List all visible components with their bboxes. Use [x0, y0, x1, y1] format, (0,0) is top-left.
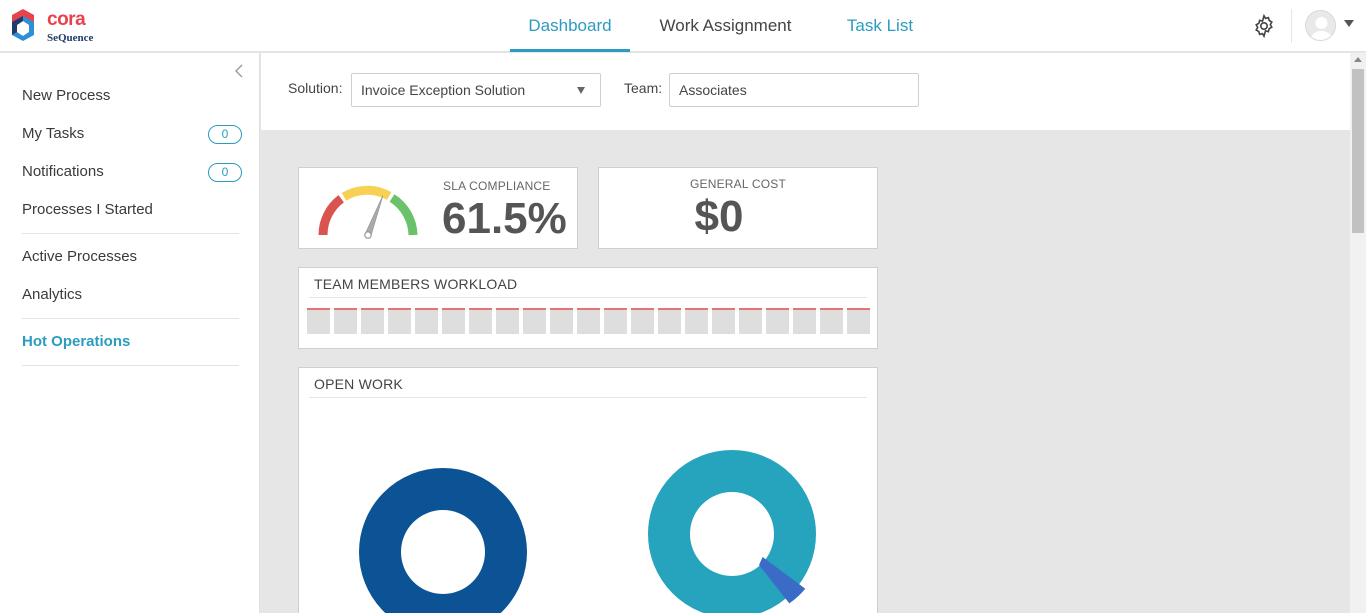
sidebar: New Process My Tasks 0 Notifications 0 P… [0, 53, 260, 613]
sidebar-item-hot-operations[interactable]: Hot Operations [22, 329, 242, 355]
open-work-card: OPEN WORK [298, 367, 878, 613]
sidebar-item-new-process[interactable]: New Process [22, 83, 242, 109]
sidebar-item-label: Notifications [22, 163, 104, 180]
team-field[interactable]: Associates [669, 73, 919, 107]
workload-member-bar[interactable] [712, 308, 735, 334]
sla-compliance-label: SLA COMPLIANCE [443, 179, 551, 193]
filter-bar: Solution: Invoice Exception Solution Tea… [261, 53, 1350, 130]
user-avatar-icon[interactable] [1305, 10, 1336, 41]
sla-compliance-card: SLA COMPLIANCE 61.5% [298, 167, 578, 249]
tab-task-list[interactable]: Task List [830, 0, 930, 52]
solution-select[interactable]: Invoice Exception Solution [351, 73, 601, 107]
sidebar-item-my-tasks[interactable]: My Tasks 0 [22, 121, 242, 147]
sidebar-item-label: Processes I Started [22, 201, 153, 218]
gauge-needle [364, 195, 384, 239]
solution-select-value: Invoice Exception Solution [361, 82, 526, 98]
chevron-down-icon [577, 87, 585, 94]
team-field-value: Associates [679, 82, 747, 98]
sla-gauge-icon [318, 185, 418, 239]
sla-compliance-value: 61.5% [442, 194, 567, 243]
workload-member-bar[interactable] [496, 308, 519, 334]
notifications-count-badge: 0 [208, 163, 242, 182]
team-workload-title: TEAM MEMBERS WORKLOAD [314, 276, 518, 292]
sidebar-item-label: Active Processes [22, 248, 138, 265]
cora-sequence-logo[interactable]: cora SeQuence [11, 8, 121, 44]
open-work-charts [359, 450, 816, 613]
page-scrollbar[interactable] [1350, 53, 1366, 613]
my-tasks-count-badge: 0 [208, 125, 242, 144]
gear-icon[interactable] [1252, 14, 1276, 38]
scroll-up-arrow-icon[interactable] [1354, 57, 1362, 62]
scrollbar-thumb[interactable] [1352, 69, 1364, 233]
sidebar-item-label: Hot Operations [22, 333, 131, 350]
workload-member-bar[interactable] [361, 308, 384, 334]
workload-member-bar[interactable] [766, 308, 789, 334]
sidebar-item-label: Analytics [22, 286, 83, 303]
sidebar-divider [22, 365, 239, 366]
sidebar-divider [22, 318, 239, 319]
team-label: Team: [624, 80, 663, 96]
workload-member-bar[interactable] [847, 308, 870, 334]
workload-member-bar[interactable] [307, 308, 330, 334]
tab-dashboard[interactable]: Dashboard [510, 0, 630, 52]
workload-member-bar[interactable] [793, 308, 816, 334]
sidebar-divider [22, 233, 239, 234]
logo-brand-text: cora [47, 9, 86, 30]
collapse-sidebar-chevron-icon[interactable] [232, 63, 248, 79]
workload-member-bar[interactable] [631, 308, 654, 334]
sidebar-item-notifications[interactable]: Notifications 0 [22, 159, 242, 185]
sidebar-item-label: My Tasks [22, 125, 85, 142]
sidebar-item-processes-i-started[interactable]: Processes I Started [22, 197, 242, 223]
top-bar: cora SeQuence Dashboard Work Assignment … [0, 0, 1366, 52]
workload-member-bar[interactable] [415, 308, 438, 334]
sidebar-item-active-processes[interactable]: Active Processes [22, 244, 242, 270]
general-cost-label: GENERAL COST [690, 177, 786, 191]
workload-member-bar[interactable] [523, 308, 546, 334]
open-work-donut-left[interactable] [359, 468, 527, 613]
open-work-donut-right[interactable] [648, 450, 816, 613]
workload-member-bar[interactable] [604, 308, 627, 334]
tab-work-assignment[interactable]: Work Assignment [648, 0, 803, 52]
general-cost-card: GENERAL COST $0 [598, 167, 878, 249]
workload-member-bar[interactable] [388, 308, 411, 334]
workload-member-bar[interactable] [739, 308, 762, 334]
user-menu-caret-icon[interactable] [1344, 20, 1354, 27]
workload-member-bar[interactable] [334, 308, 357, 334]
workload-member-bar[interactable] [685, 308, 708, 334]
logo-product-text: SeQuence [47, 32, 94, 44]
workload-member-bar[interactable] [442, 308, 465, 334]
card-title-rule [309, 297, 867, 298]
logo-hexagon-icon [12, 9, 34, 41]
sidebar-item-label: New Process [22, 87, 111, 104]
workload-member-bar[interactable] [658, 308, 681, 334]
workload-member-bar[interactable] [820, 308, 843, 334]
workload-member-bar[interactable] [469, 308, 492, 334]
team-workload-card: TEAM MEMBERS WORKLOAD [298, 267, 878, 349]
sidebar-item-analytics[interactable]: Analytics [22, 282, 242, 308]
workload-member-bar[interactable] [577, 308, 600, 334]
workload-member-bar[interactable] [550, 308, 573, 334]
solution-label: Solution: [288, 80, 343, 96]
header-divider [1291, 9, 1292, 43]
general-cost-value: $0 [694, 192, 744, 241]
